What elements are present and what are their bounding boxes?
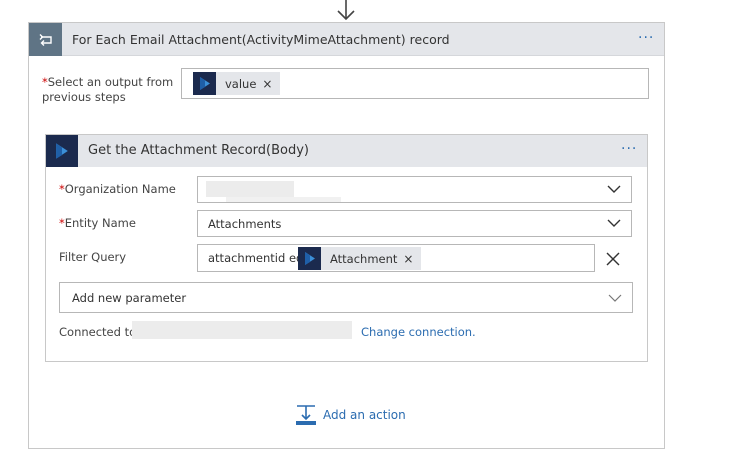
chevron-down-icon	[607, 185, 621, 193]
select-output-label: *Select an output from previous steps	[42, 75, 174, 104]
remove-token-button[interactable]: ×	[262, 77, 280, 91]
redacted-connection	[132, 321, 352, 339]
foreach-more-options-button[interactable]: ···	[638, 30, 654, 46]
attachment-token[interactable]: Attachment ×	[298, 247, 422, 270]
value-token[interactable]: value ×	[193, 72, 281, 95]
filter-query-label: Filter Query	[59, 250, 127, 264]
connector-arrow-icon	[337, 0, 355, 21]
filter-query-text: attachmentid eq	[208, 251, 304, 265]
add-new-parameter-dropdown[interactable]: Add new parameter	[59, 282, 633, 313]
loop-icon	[29, 23, 62, 56]
change-connection-link[interactable]: Change connection.	[361, 325, 476, 339]
dynamics-icon	[193, 72, 216, 95]
get-record-action-card: Get the Attachment Record(Body) ··· *Org…	[45, 134, 648, 362]
entity-name-label: *Entity Name	[59, 216, 136, 230]
select-output-field[interactable]: value ×	[181, 68, 649, 99]
foreach-header[interactable]: For Each Email Attachment(ActivityMimeAt…	[29, 23, 664, 56]
foreach-title: For Each Email Attachment(ActivityMimeAt…	[72, 32, 450, 47]
org-name-label: *Organization Name	[59, 182, 176, 196]
add-action-button[interactable]: Add an action	[295, 404, 406, 426]
redacted-value	[206, 181, 294, 197]
org-name-dropdown[interactable]	[197, 176, 632, 203]
action-more-options-button[interactable]: ···	[621, 141, 637, 157]
foreach-card: For Each Email Attachment(ActivityMimeAt…	[28, 22, 665, 449]
chevron-down-icon	[608, 294, 622, 302]
dynamics-365-icon	[46, 135, 78, 167]
add-action-icon	[296, 405, 316, 425]
action-header[interactable]: Get the Attachment Record(Body) ···	[46, 135, 647, 167]
clear-filter-icon[interactable]	[606, 252, 620, 266]
chevron-down-icon	[607, 219, 621, 227]
entity-name-dropdown[interactable]: Attachments	[197, 210, 632, 237]
connected-to-label: Connected to	[59, 325, 137, 339]
action-title: Get the Attachment Record(Body)	[88, 143, 309, 158]
filter-query-input[interactable]: attachmentid eq Attachment ×	[197, 244, 595, 272]
dynamics-icon	[298, 247, 321, 270]
add-action-label: Add an action	[323, 408, 406, 422]
entity-name-value: Attachments	[208, 217, 282, 231]
remove-token-button[interactable]: ×	[403, 252, 421, 266]
redacted-value	[226, 197, 341, 202]
